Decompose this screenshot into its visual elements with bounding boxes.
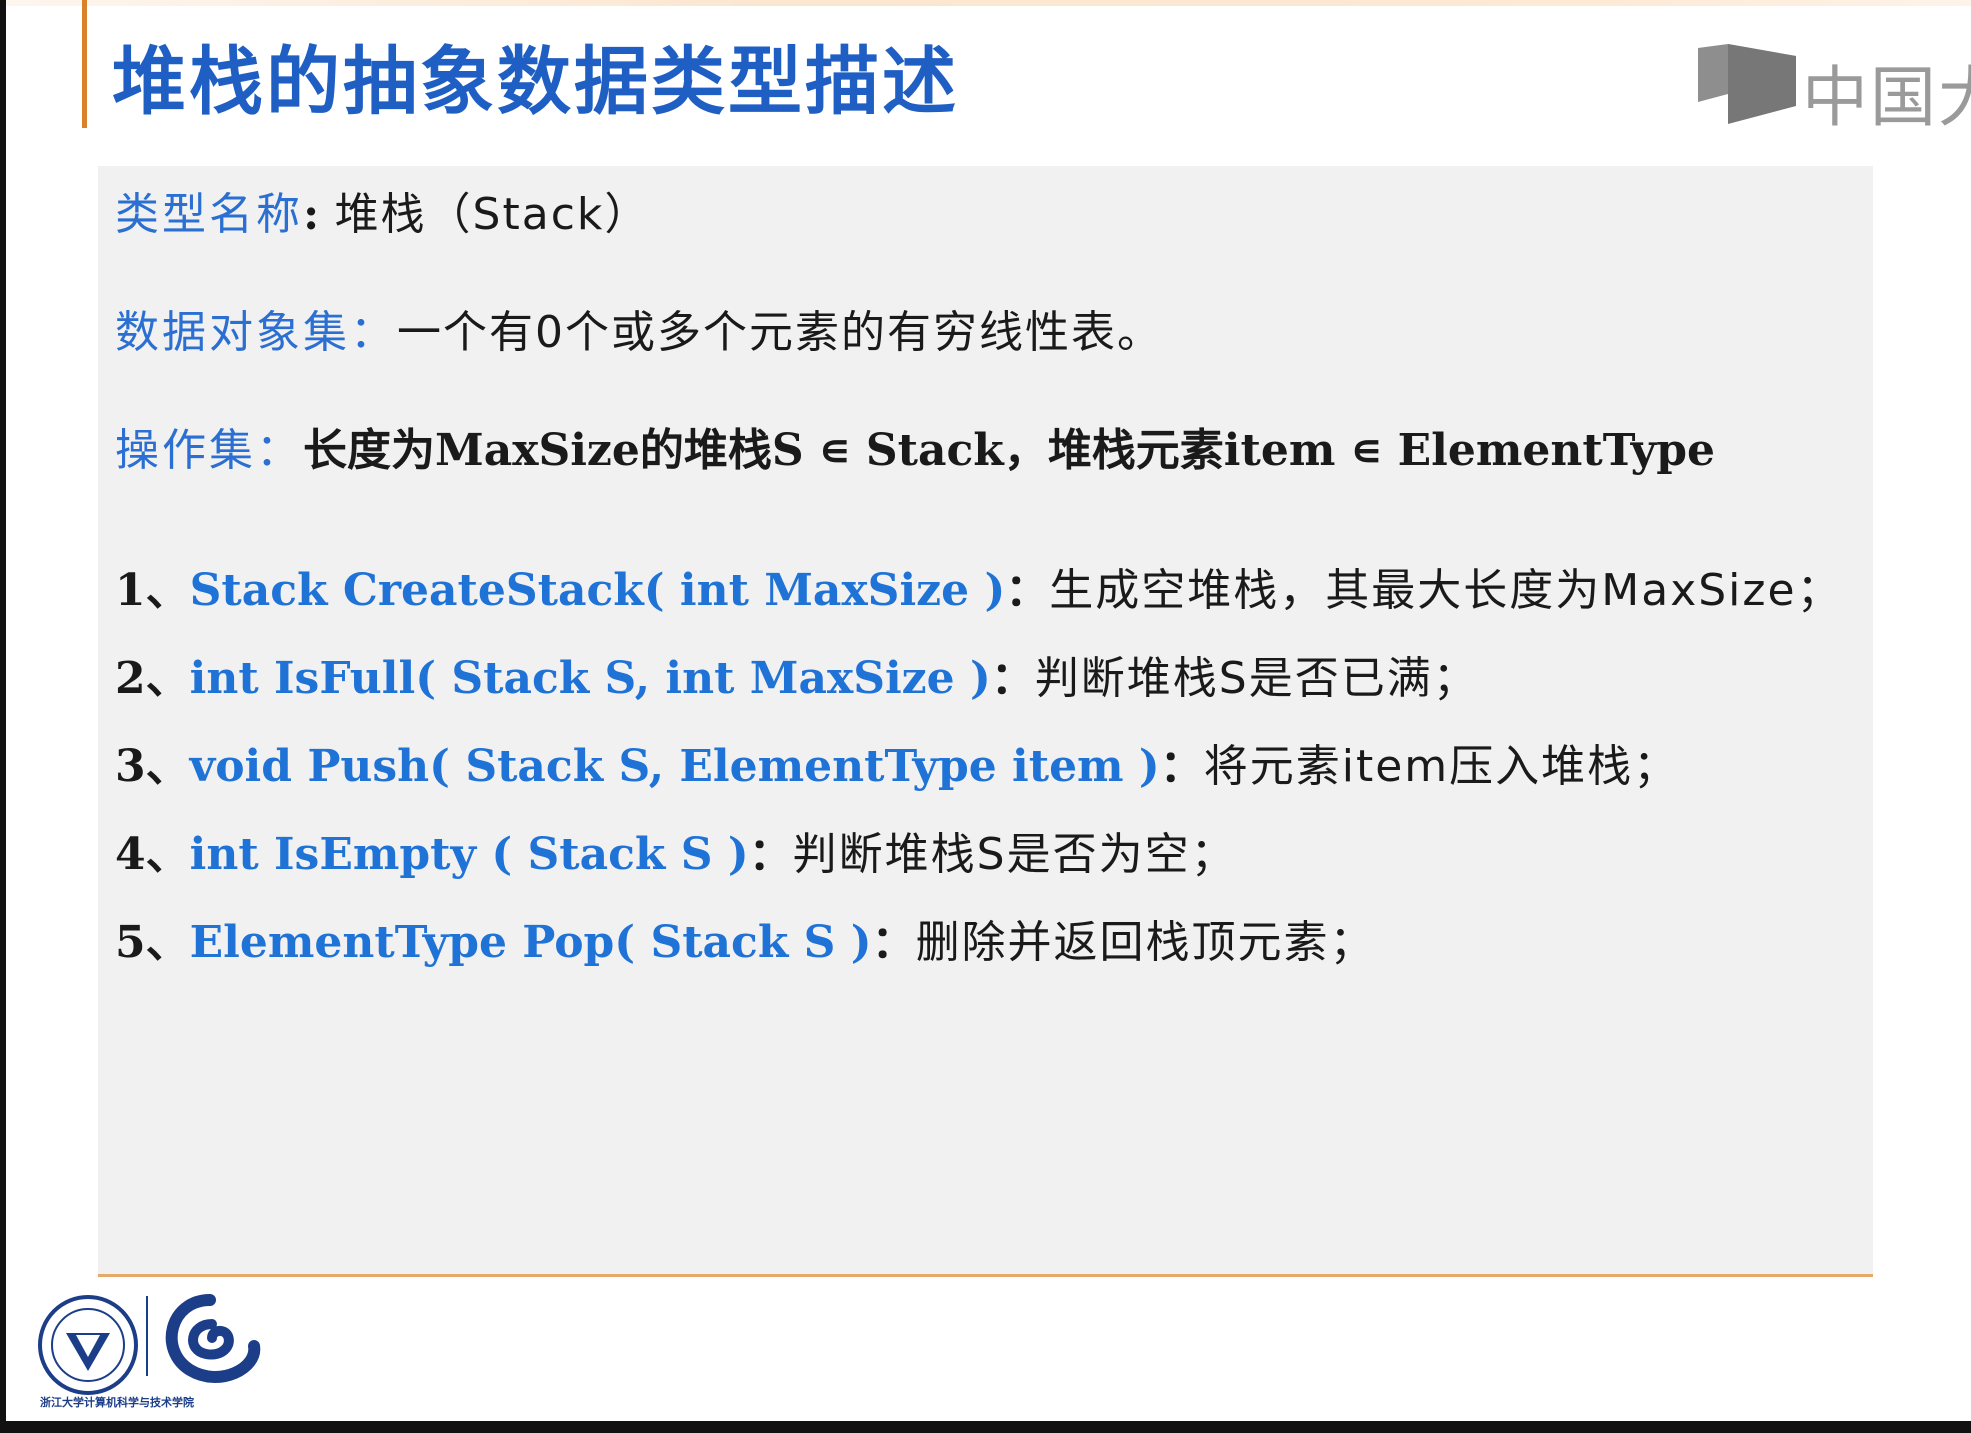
slide-title: 堆栈的抽象数据类型描述 — [112, 39, 959, 125]
left-frame-edge — [0, 0, 6, 1433]
operation-desc: 判断堆栈S是否为空； — [792, 829, 1237, 880]
watermark: 中国大 — [1698, 40, 1971, 136]
title-accent-bar — [82, 0, 87, 128]
operation-colon: ： — [1005, 565, 1050, 616]
data-set-label: 数据对象集： — [115, 307, 397, 358]
operation-desc: 判断堆栈S是否已满； — [1034, 653, 1479, 704]
operation-colon: ： — [748, 829, 793, 880]
operation-signature: Stack CreateStack( int MaxSize ) — [189, 565, 1006, 616]
operation-colon: ： — [1159, 741, 1204, 792]
operation-signature: ElementType Pop( Stack S ) — [189, 917, 872, 968]
operation-item: 4、int IsEmpty ( Stack S )：判断堆栈S是否为空； — [115, 818, 1237, 882]
type-name-sep: : — [303, 189, 335, 240]
operation-signature: int IsEmpty ( Stack S ) — [189, 829, 749, 880]
college-logo-icon — [165, 1294, 261, 1383]
operation-colon: ： — [871, 917, 916, 968]
bottom-frame-edge — [0, 1421, 1971, 1433]
operation-number: 5、 — [115, 917, 190, 968]
operation-desc: 删除并返回栈顶元素； — [915, 917, 1376, 968]
operation-desc: 将元素item压入堆栈； — [1203, 741, 1680, 792]
operation-number: 1、 — [115, 565, 190, 616]
operation-item: 5、ElementType Pop( Stack S )：删除并返回栈顶元素； — [115, 906, 1376, 970]
operation-number: 4、 — [115, 829, 190, 880]
operation-item: 2、int IsFull( Stack S, int MaxSize )：判断堆… — [115, 642, 1479, 706]
operation-signature: int IsFull( Stack S, int MaxSize ) — [189, 653, 991, 704]
operation-desc: 生成空堆栈，其最大长度为MaxSize； — [1049, 565, 1843, 616]
op-set-value-a: 长度为MaxSize的堆栈S ∊ Stack， — [303, 425, 1048, 476]
panel-bottom-rule — [98, 1274, 1873, 1277]
type-name-label: 类型名称 — [115, 189, 303, 240]
operation-signature: void Push( Stack S, ElementType item ) — [189, 741, 1160, 792]
data-set-value: 一个有0个或多个元素的有穷线性表。 — [397, 307, 1163, 358]
top-edge — [6, 0, 1971, 6]
operation-item: 3、void Push( Stack S, ElementType item )… — [115, 730, 1679, 794]
data-set-line: 数据对象集：一个有0个或多个元素的有穷线性表。 — [115, 296, 1163, 360]
op-set-label: 操作集： — [115, 425, 303, 476]
op-set-value-b: 堆栈元素item ∊ ElementType — [1047, 425, 1715, 476]
watermark-logo-icon — [1698, 44, 1796, 124]
type-name-value: 堆栈（Stack） — [334, 189, 651, 240]
op-set-line: 操作集：长度为MaxSize的堆栈S ∊ Stack，堆栈元素item ∊ El… — [115, 414, 1715, 478]
university-seal-icon — [38, 1295, 138, 1395]
slide-screen: 堆栈的抽象数据类型描述 中国大 类型名称: 堆栈（Stack） 数据对象集：一个… — [0, 0, 1971, 1433]
type-name-line: 类型名称: 堆栈（Stack） — [115, 178, 650, 242]
operation-number: 3、 — [115, 741, 190, 792]
watermark-text: 中国大 — [1802, 59, 1971, 136]
logo-separator — [146, 1296, 148, 1376]
operation-colon: ： — [990, 653, 1035, 704]
footer-org-name: 浙江大学计算机科学与技术学院 — [40, 1396, 194, 1409]
operation-number: 2、 — [115, 653, 190, 704]
operation-item: 1、Stack CreateStack( int MaxSize )：生成空堆栈… — [115, 554, 1843, 618]
